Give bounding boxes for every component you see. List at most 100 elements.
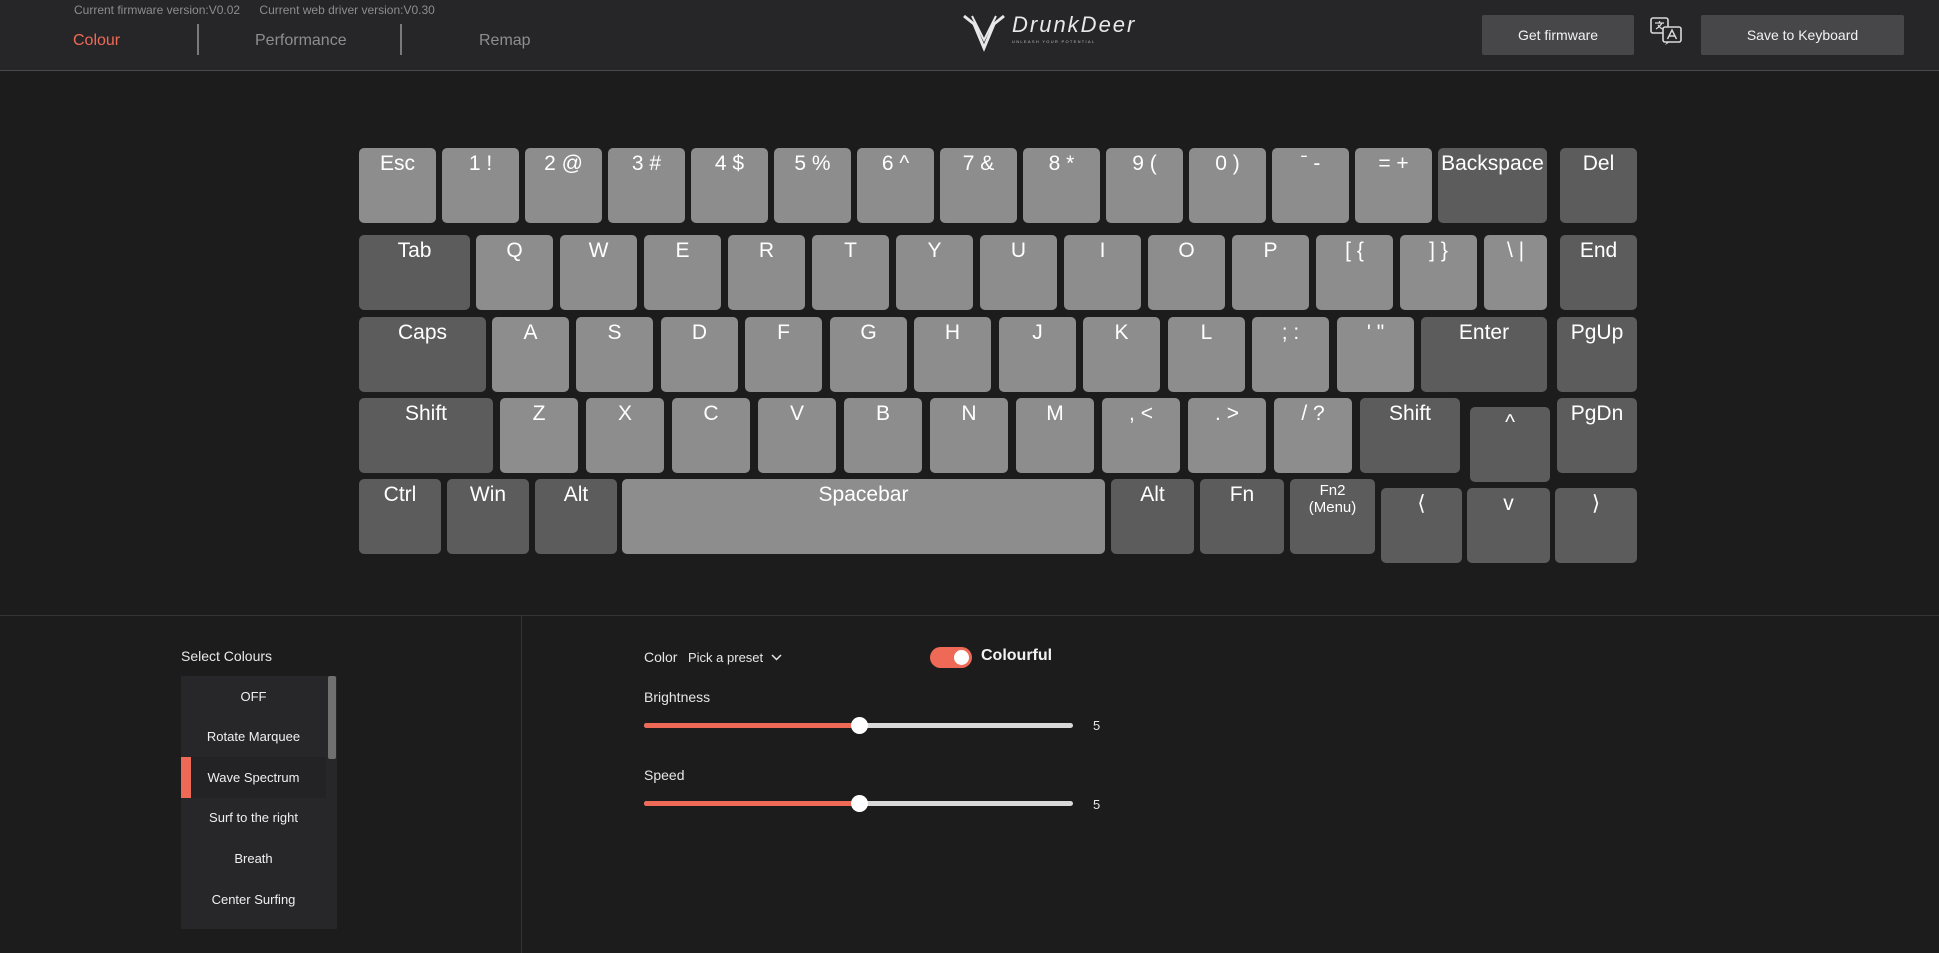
key-right-shift[interactable]: Shift	[1360, 398, 1460, 473]
get-firmware-button[interactable]: Get firmware	[1482, 15, 1634, 55]
key-h[interactable]: H	[914, 317, 991, 392]
key-b[interactable]: B	[844, 398, 922, 473]
key-arrow-down[interactable]: v	[1467, 488, 1550, 563]
key-a[interactable]: A	[492, 317, 569, 392]
key-esc[interactable]: Esc	[359, 148, 436, 223]
tab-colour[interactable]: Colour	[73, 32, 120, 50]
list-item-surf-right[interactable]: Surf to the right	[181, 797, 326, 838]
key-caps[interactable]: Caps	[359, 317, 486, 392]
key-pgup[interactable]: PgUp	[1557, 317, 1637, 392]
key-i[interactable]: I	[1064, 235, 1141, 310]
list-item-wave-spectrum[interactable]: Wave Spectrum	[181, 757, 326, 798]
select-colours-title: Select Colours	[181, 648, 273, 664]
key-left-shift[interactable]: Shift	[359, 398, 493, 473]
key-e[interactable]: E	[644, 235, 721, 310]
list-item-breath[interactable]: Breath	[181, 838, 326, 879]
key-period[interactable]: . >	[1188, 398, 1266, 473]
key-backspace[interactable]: Backspace	[1438, 148, 1547, 223]
key-w[interactable]: W	[560, 235, 637, 310]
key-1[interactable]: 1 !	[442, 148, 519, 223]
key-pgdn[interactable]: PgDn	[1557, 398, 1637, 473]
key-backslash[interactable]: \ |	[1484, 235, 1547, 310]
key-y[interactable]: Y	[896, 235, 973, 310]
key-slash[interactable]: / ?	[1274, 398, 1352, 473]
key-tab[interactable]: Tab	[359, 235, 470, 310]
key-c[interactable]: C	[672, 398, 750, 473]
chevron-down-icon	[771, 654, 782, 661]
list-item-rotate-marquee[interactable]: Rotate Marquee	[181, 716, 326, 757]
key-end[interactable]: End	[1560, 235, 1637, 310]
slider-fill	[644, 723, 859, 728]
key-7[interactable]: 7 &	[940, 148, 1017, 223]
list-item-off[interactable]: OFF	[181, 676, 326, 717]
key-arrow-left[interactable]: ⟨	[1381, 488, 1462, 563]
key-left-alt[interactable]: Alt	[535, 479, 617, 554]
list-item-center-surfing[interactable]: Center Surfing	[181, 879, 326, 920]
key-arrow-up[interactable]: ^	[1470, 407, 1550, 482]
key-n[interactable]: N	[930, 398, 1008, 473]
key-fn2-menu[interactable]: Fn2 (Menu)	[1290, 479, 1375, 554]
key-z[interactable]: Z	[500, 398, 578, 473]
key-9[interactable]: 9 (	[1106, 148, 1183, 223]
slider-thumb[interactable]	[850, 795, 868, 812]
key-p[interactable]: P	[1232, 235, 1309, 310]
key-left-ctrl[interactable]: Ctrl	[359, 479, 441, 554]
save-to-keyboard-button[interactable]: Save to Keyboard	[1701, 15, 1904, 55]
key-fn[interactable]: Fn	[1200, 479, 1284, 554]
key-s[interactable]: S	[576, 317, 653, 392]
firmware-version: Current firmware version:V0.02	[74, 3, 241, 17]
tab-performance[interactable]: Performance	[255, 32, 347, 50]
key-r[interactable]: R	[728, 235, 805, 310]
key-m[interactable]: M	[1016, 398, 1094, 473]
key-3[interactable]: 3 #	[608, 148, 685, 223]
key-left-bracket[interactable]: [ {	[1316, 235, 1393, 310]
key-enter[interactable]: Enter	[1421, 317, 1547, 392]
key-j[interactable]: J	[999, 317, 1076, 392]
key-t[interactable]: T	[812, 235, 889, 310]
key-u[interactable]: U	[980, 235, 1057, 310]
key-comma[interactable]: , <	[1102, 398, 1180, 473]
key-g[interactable]: G	[830, 317, 907, 392]
key-semicolon[interactable]: ; :	[1252, 317, 1329, 392]
speed-slider[interactable]	[644, 794, 1073, 814]
key-8[interactable]: 8 *	[1023, 148, 1100, 223]
key-o[interactable]: O	[1148, 235, 1225, 310]
key-k[interactable]: K	[1083, 317, 1160, 392]
key-6[interactable]: 6 ^	[857, 148, 934, 223]
brightness-value: 5	[1093, 718, 1101, 733]
key-v[interactable]: V	[758, 398, 836, 473]
key-x[interactable]: X	[586, 398, 664, 473]
top-header: Current firmware version:V0.02 Current w…	[0, 0, 1939, 71]
deer-antler-icon	[963, 14, 1005, 52]
key-d[interactable]: D	[661, 317, 738, 392]
key-5[interactable]: 5 %	[774, 148, 851, 223]
key-right-alt[interactable]: Alt	[1111, 479, 1194, 554]
colourful-toggle[interactable]	[930, 647, 972, 668]
key-q[interactable]: Q	[476, 235, 553, 310]
key-spacebar[interactable]: Spacebar	[622, 479, 1105, 554]
key-right-bracket[interactable]: ] }	[1400, 235, 1477, 310]
preset-dropdown-label: Pick a preset	[688, 650, 764, 665]
web-driver-version: Current web driver version:V0.30	[259, 3, 435, 17]
key-arrow-right[interactable]: ⟩	[1555, 488, 1637, 563]
key-2[interactable]: 2 @	[525, 148, 602, 223]
key-f[interactable]: F	[745, 317, 822, 392]
preset-dropdown[interactable]: Pick a preset	[688, 650, 782, 665]
key-equals[interactable]: = +	[1355, 148, 1432, 223]
key-minus[interactable]: ˉ -	[1272, 148, 1349, 223]
translate-icon[interactable]	[1649, 16, 1683, 46]
tab-divider	[400, 24, 402, 55]
brightness-slider[interactable]	[644, 716, 1073, 736]
list-scrollbar[interactable]	[328, 676, 336, 759]
key-del[interactable]: Del	[1560, 148, 1637, 223]
slider-thumb[interactable]	[850, 717, 868, 734]
key-win[interactable]: Win	[447, 479, 529, 554]
colourful-label: Colourful	[981, 647, 1053, 664]
toggle-knob	[954, 650, 969, 665]
tab-remap[interactable]: Remap	[479, 32, 531, 50]
key-0[interactable]: 0 )	[1189, 148, 1266, 223]
version-info: Current firmware version:V0.02 Current w…	[74, 3, 451, 17]
key-4[interactable]: 4 $	[691, 148, 768, 223]
key-quote[interactable]: ' "	[1337, 317, 1414, 392]
key-l[interactable]: L	[1168, 317, 1245, 392]
